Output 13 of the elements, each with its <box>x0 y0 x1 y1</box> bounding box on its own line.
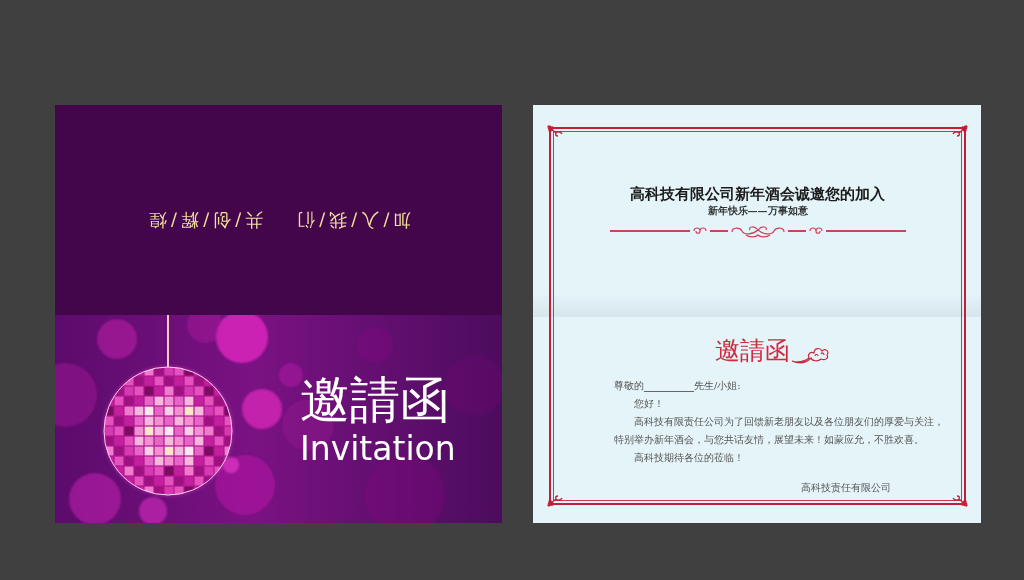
letter-paragraph: 高科技期待各位的莅临！ <box>633 451 745 465</box>
salutation-text: 尊敬的 <box>614 379 644 393</box>
letter-title: 邀請函 <box>714 338 790 364</box>
salutation-text: 先生/小姐: <box>694 379 741 393</box>
tagline-text: 加/入/我/们 <box>293 209 412 231</box>
signature-text: 高科技责任有限公司 <box>801 481 891 495</box>
tagline-text: 共/创/辉/煌 <box>145 209 264 231</box>
letter-paragraph: 高科技有限责任公司为了回馈新老朋友以及各位朋友们的厚爱与关注，特别举办新年酒会，与您共话友情，展望未来！如蒙应允，不胜欢喜。 <box>614 415 944 447</box>
invitation-subtitle: Invitation <box>300 430 456 468</box>
letter-subheading: 新年快乐——万事如意 <box>707 205 808 217</box>
greeting-text: 您好！ <box>634 397 664 411</box>
invitation-title: 邀請函 <box>300 370 450 430</box>
letter-heading: 高科技有限公司新年酒会诚邀您的加入 <box>630 185 885 203</box>
